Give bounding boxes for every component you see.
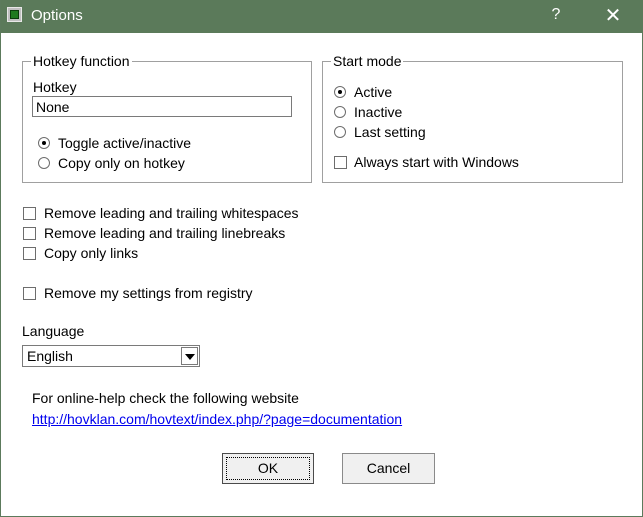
remove-registry-checkbox[interactable] [23,287,36,300]
ok-button-label: OK [257,460,279,476]
start-inactive-label[interactable]: Inactive [354,104,402,120]
copy-only-links-checkbox[interactable] [23,247,36,260]
copy-only-links-label[interactable]: Copy only links [44,245,138,261]
language-label: Language [22,323,85,339]
cancel-button[interactable]: Cancel [342,453,435,484]
hotkey-function-group-title: Hotkey function [31,53,132,69]
start-last-setting-label[interactable]: Last setting [354,124,426,140]
remove-registry-label[interactable]: Remove my settings from registry [44,285,253,301]
start-inactive-radio[interactable] [334,106,346,118]
close-icon: ✕ [604,5,622,27]
help-text: For online-help check the following webs… [32,390,299,406]
language-selected-value: English [27,348,73,364]
start-active-radio[interactable] [334,86,346,98]
start-mode-group-title: Start mode [331,53,404,69]
chevron-down-icon[interactable] [181,347,198,365]
always-start-label[interactable]: Always start with Windows [354,154,519,170]
remove-linebreaks-label[interactable]: Remove leading and trailing linebreaks [44,225,285,241]
options-dialog: Options ? ✕ Hotkey function Hotkey Toggl… [0,0,643,517]
copy-only-hotkey-label[interactable]: Copy only on hotkey [58,155,185,171]
remove-whitespaces-label[interactable]: Remove leading and trailing whitespaces [44,205,298,221]
toggle-active-radio[interactable] [38,137,50,149]
start-last-setting-radio[interactable] [334,126,346,138]
remove-linebreaks-checkbox[interactable] [23,227,36,240]
title-bar[interactable]: Options ? ✕ [1,0,643,33]
hotkey-label: Hotkey [33,79,77,95]
documentation-link[interactable]: http://hovklan.com/hovtext/index.php/?pa… [32,411,402,427]
remove-whitespaces-checkbox[interactable] [23,207,36,220]
start-active-label[interactable]: Active [354,84,392,100]
window-title: Options [31,7,83,24]
close-button[interactable]: ✕ [603,5,623,27]
app-icon [7,7,22,22]
copy-only-hotkey-radio[interactable] [38,157,50,169]
always-start-checkbox[interactable] [334,156,347,169]
help-button[interactable]: ? [549,6,563,24]
cancel-button-label: Cancel [366,460,411,476]
ok-button[interactable]: OK [222,453,314,484]
language-select[interactable]: English [22,345,200,367]
hotkey-input[interactable] [32,96,292,117]
toggle-active-label[interactable]: Toggle active/inactive [58,135,191,151]
